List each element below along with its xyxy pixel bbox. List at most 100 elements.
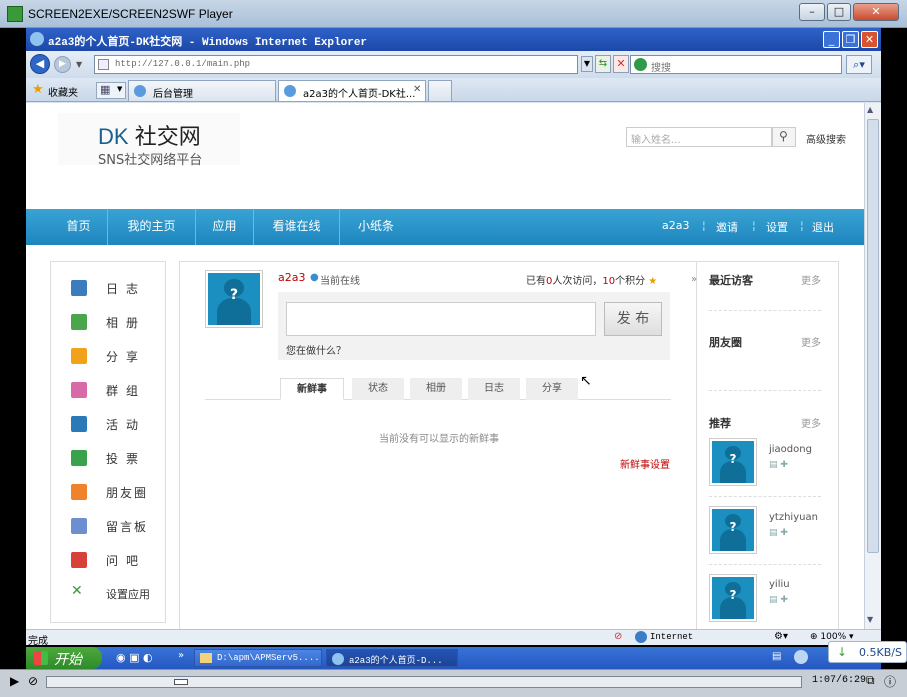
menu-item-poll[interactable]: 投票 [51,442,167,472]
ie-close-button[interactable]: ✕ [861,31,878,48]
seek-bar[interactable] [46,676,802,688]
add-friend-icon[interactable]: ▤ ✚ [769,528,788,538]
subtab-share[interactable]: 分享 [526,378,578,400]
menu-item-qa[interactable]: 问吧 [51,544,167,574]
tab-close-icon[interactable]: ✕ [413,84,421,95]
profile-username[interactable]: a2a3 [278,271,305,284]
browser-window: a2a3的个人首页-DK社交网 - Windows Internet Explo… [26,28,881,647]
security-icon[interactable]: ⚙▾ [774,631,788,642]
collapse-arrow-icon[interactable]: » [691,274,697,285]
network-speed-badge: ↓ 0.5KB/S [828,641,907,663]
nav-apps[interactable]: 应用 [196,209,254,245]
nav-invite[interactable]: 邀请 [716,219,738,235]
taskbar-task-folder[interactable]: D:\apm\APMServ5.... [194,649,322,667]
subtab-news[interactable]: 新鲜事 [280,378,344,400]
nav-my-homepage[interactable]: 我的主页 [108,209,196,245]
keyboard-icon[interactable]: ▤ [772,651,781,662]
refresh-icon[interactable]: ⇆ [595,55,611,73]
status-text: 完成 [28,636,48,647]
recommend-avatar[interactable]: ? [709,506,757,554]
recommend-name[interactable]: yiliu [769,579,790,590]
online-person-icon: ● [310,272,319,283]
user-search-button[interactable]: ⚲ [772,127,796,147]
tab-profile[interactable]: a2a3的个人首页-DK社... ✕ [278,80,426,101]
recommend-avatar[interactable]: ? [709,574,757,622]
search-go-icon[interactable]: ⌕▾ [846,55,872,74]
nav-logout[interactable]: 退出 [812,219,834,235]
browser-title: a2a3的个人首页-DK社交网 - Windows Internet Explo… [48,37,368,49]
user-search-input[interactable]: 输入姓名... [626,127,772,147]
ie-restore-button[interactable]: ❐ [842,31,859,48]
scroll-up-icon[interactable]: ▲ [867,105,879,117]
subtab-status[interactable]: 状态 [352,378,404,400]
recommend-avatar[interactable]: ? [709,438,757,486]
page-scrollbar[interactable]: ▲ ▼ [864,103,881,629]
group-icon [71,382,87,398]
menu-item-group[interactable]: 群组 [51,374,167,404]
recommend-more[interactable]: 更多 [801,415,821,430]
friend-circle-more[interactable]: 更多 [801,334,821,349]
player-title: SCREEN2EXE/SCREEN2SWF Player [28,7,233,21]
new-tab-button[interactable] [428,80,452,101]
back-button[interactable]: ◀ [30,54,50,74]
menu-item-event[interactable]: 活动 [51,408,167,438]
points-count: 10 [602,276,616,287]
menu-item-blog[interactable]: 日志 [51,272,167,302]
nav-username[interactable]: a2a3 [662,219,689,232]
start-button[interactable]: 开始 [26,647,102,669]
divider [709,564,821,565]
ie-minimize-button[interactable]: _ [823,31,840,48]
favorites-star-icon[interactable]: ★ [32,82,44,97]
nav-who-online[interactable]: 看谁在线 [254,209,340,245]
nav-home[interactable]: 首页 [50,209,108,245]
minimize-button[interactable]: – [799,3,825,21]
maximize-button[interactable]: □ [827,3,851,21]
address-bar[interactable]: http://127.0.0.1/main.php [94,55,578,74]
subtab-blog[interactable]: 日志 [468,378,520,400]
add-friend-icon[interactable]: ▤ ✚ [769,460,788,470]
site-logo[interactable]: DK 社交网 [98,119,201,151]
forward-button[interactable]: ▶ [54,56,71,73]
close-button[interactable]: ✕ [853,3,899,21]
subtab-album[interactable]: 相册 [410,378,462,400]
info-icon[interactable]: ⓘ [884,673,896,690]
quick-tabs-button[interactable]: ▦ ▼ [96,82,126,99]
recommend-name[interactable]: jiaodong [769,444,812,455]
nav-settings[interactable]: 设置 [766,219,788,235]
feed-settings-link[interactable]: 新鲜事设置 [620,456,670,471]
scroll-down-icon[interactable]: ▼ [867,615,879,627]
tab-admin[interactable]: 后台管理 [128,80,276,101]
menu-item-album[interactable]: 相册 [51,306,167,336]
add-friend-icon[interactable]: ▤ ✚ [769,595,788,605]
menu-item-guestbook[interactable]: 留言板 [51,510,167,540]
fullscreen-icon[interactable]: ⧉ [866,673,875,688]
menu-item-app-settings[interactable]: ✕ 设置应用 [51,578,167,608]
album-icon [71,314,87,330]
recent-visitors-more[interactable]: 更多 [801,272,821,287]
play-icon[interactable]: ▶ [10,674,19,688]
quick-launch-chevron-icon[interactable]: » [178,650,184,661]
user-avatar[interactable]: ? [205,270,263,328]
publish-button[interactable]: 发 布 [604,302,662,336]
history-dropdown-icon[interactable]: ▼ [76,60,82,69]
menu-item-friend-circle[interactable]: 朋友圈 [51,476,167,506]
scroll-thumb[interactable] [867,119,879,553]
advanced-search-link[interactable]: 高级搜索 [806,131,846,146]
stop-icon[interactable]: ⊘ [28,674,38,688]
menu-item-share[interactable]: 分享 [51,340,167,370]
recommend-name[interactable]: ytzhiyuan [769,512,818,523]
browser-search-input[interactable]: 搜搜 [630,55,842,74]
nav-separator: ¦ [702,219,706,232]
seek-thumb[interactable] [174,679,188,685]
quick-launch-icons[interactable]: ◉ ▣ ◐ [116,651,153,664]
favorites-label[interactable]: 收藏夹 [48,84,78,99]
nav-notes[interactable]: 小纸条 [340,209,412,245]
recommend-title: 推荐 [709,417,731,430]
status-input[interactable] [286,302,596,336]
recent-visitors-title: 最近访客 [709,274,753,287]
taskbar-task-ie[interactable]: a2a3的个人首页-D... [326,649,458,667]
internet-zone-icon [635,631,647,643]
stop-icon[interactable]: ✕ [613,55,629,73]
tray-collapse-icon[interactable] [794,650,808,664]
address-dropdown-icon[interactable]: ▼ [581,56,593,72]
